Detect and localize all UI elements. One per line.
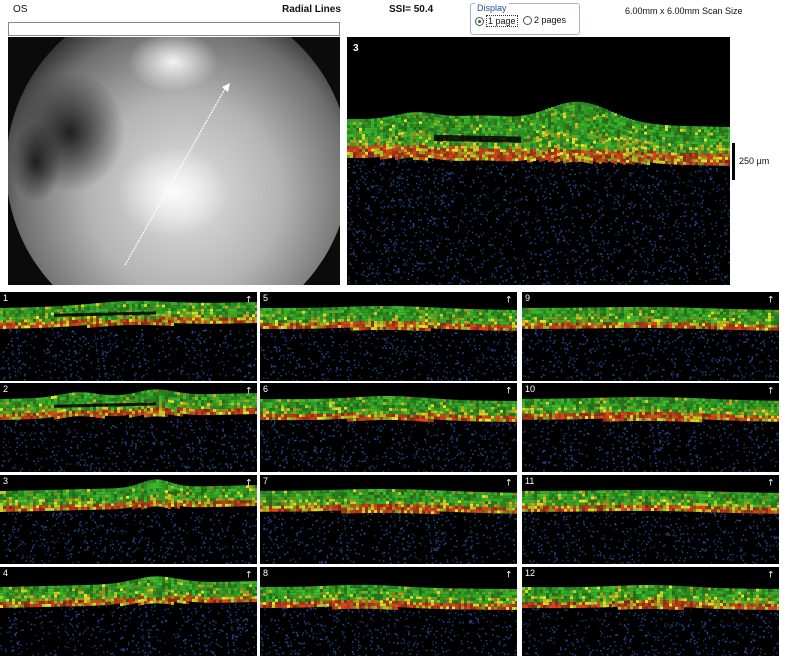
fundus-header-strip (8, 22, 340, 36)
thumbnail-label: 9 (525, 293, 531, 303)
ssi-label: SSI= 50.4 (389, 4, 434, 15)
oct-thumbnail[interactable]: 2 ↗ (0, 383, 257, 472)
oct-thumbnail[interactable]: 11 ↗ (522, 475, 779, 564)
thumbnail-label: 3 (3, 476, 9, 486)
thumbnail-label: 11 (525, 476, 535, 486)
scan-mode-label: Radial Lines (282, 4, 341, 15)
thumbnail-label: 7 (263, 476, 269, 486)
scale-label: 250 µm (739, 156, 770, 166)
main-oct-scan[interactable]: 3 (347, 37, 730, 285)
eye-label: OS (13, 4, 28, 15)
display-group: Display 1 page 2 pages (470, 3, 580, 35)
thumbnail-label: 4 (3, 568, 9, 578)
oct-thumbnail[interactable]: 3 ↗ (0, 475, 257, 564)
radio-selected-icon[interactable] (475, 16, 484, 26)
thumbnail-label: 5 (263, 293, 269, 303)
oct-thumbnail[interactable]: 8 ↗ (260, 567, 517, 656)
display-title: Display (475, 3, 509, 13)
oct-thumbnail[interactable]: 4 ↗ (0, 567, 257, 656)
display-option-label: 1 page (486, 15, 518, 27)
oct-thumbnail[interactable]: 9 ↗ (522, 292, 779, 381)
scale-bar (732, 143, 735, 180)
radio-unselected-icon[interactable] (523, 15, 532, 25)
display-option-2-pages[interactable]: 2 pages (523, 15, 566, 25)
oct-thumbnail[interactable]: 6 ↗ (260, 383, 517, 472)
thumbnail-label: 2 (3, 384, 9, 394)
fundus-image[interactable] (8, 37, 340, 285)
oct-thumbnail[interactable]: 10 ↗ (522, 383, 779, 472)
thumbnail-label: 6 (263, 384, 269, 394)
top-bar: OS Radial Lines SSI= 50.4 6.00mm x 6.00m… (0, 0, 800, 22)
thumbnail-label: 1 (3, 293, 9, 303)
thumbnail-label: 8 (263, 568, 269, 578)
oct-thumbnail[interactable]: 5 ↗ (260, 292, 517, 381)
scan-size-label: 6.00mm x 6.00mm Scan Size (625, 6, 743, 16)
oct-thumbnail[interactable]: 12 ↗ (522, 567, 779, 656)
display-option-1-page[interactable]: 1 page (475, 15, 518, 27)
thumbnail-label: 12 (525, 568, 536, 578)
display-option-label: 2 pages (534, 15, 567, 25)
main-scan-label: 3 (353, 43, 359, 54)
oct-thumbnail[interactable]: 7 ↗ (260, 475, 517, 564)
oct-thumbnail[interactable]: 1 ↗ (0, 292, 257, 381)
thumbnail-label: 10 (525, 384, 536, 394)
